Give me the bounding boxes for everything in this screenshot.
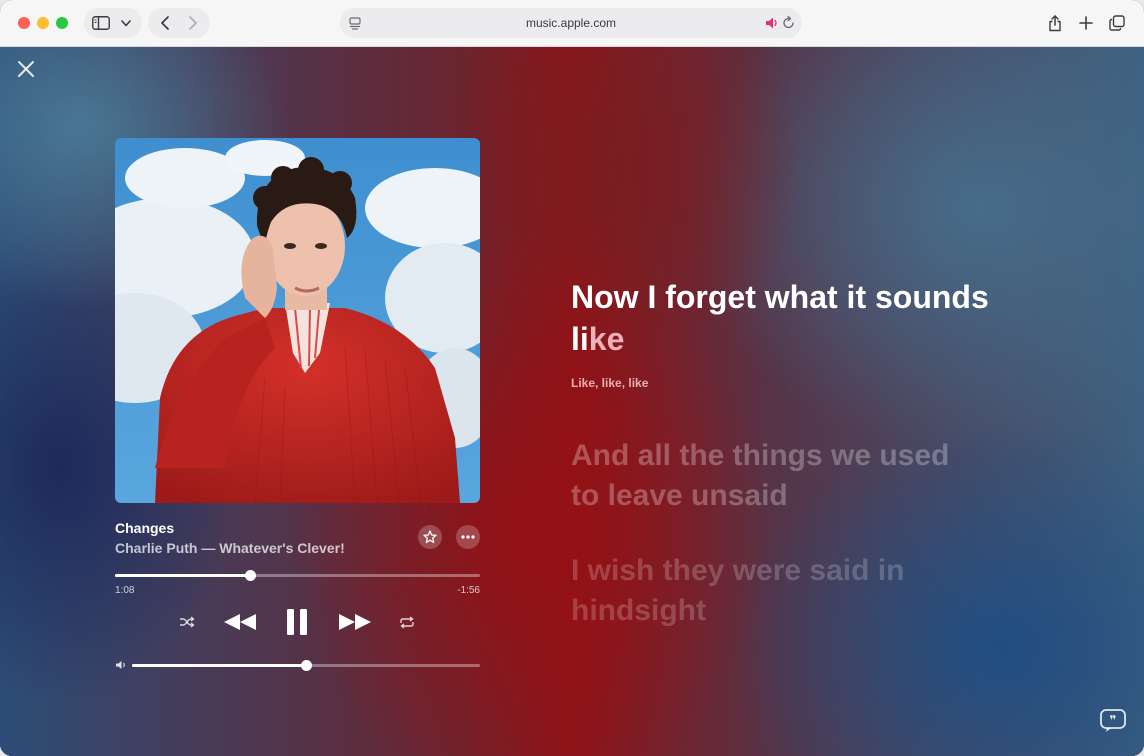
minimize-window-button[interactable] [37, 17, 49, 29]
full-screen-player: Changes Charlie Puth — Whatever's Clever… [0, 47, 1144, 756]
repeat-button[interactable] [398, 614, 416, 630]
current-lyric-line[interactable]: Now I forget what it sounds like [571, 276, 1041, 360]
reload-icon[interactable] [782, 15, 796, 31]
back-button[interactable] [154, 8, 176, 38]
close-player-icon[interactable] [14, 57, 38, 81]
address-bar[interactable]: music.apple.com [340, 8, 802, 38]
lyric-text: to leave unsaid [571, 479, 788, 512]
rewind-icon [224, 614, 256, 630]
background-vocals-lyric: Like, like, like [571, 376, 649, 390]
previous-button[interactable] [222, 612, 258, 632]
volume-slider[interactable] [132, 660, 480, 671]
browser-toolbar: music.apple.com [0, 0, 1144, 47]
chevron-right-icon [189, 16, 197, 30]
lyric-unsung-text: ke [588, 321, 625, 357]
shuffle-button[interactable] [178, 614, 196, 630]
playback-progress-bar[interactable] [115, 570, 480, 581]
more-options-button[interactable] [456, 525, 480, 549]
ellipsis-icon [461, 535, 475, 539]
fast-forward-icon [339, 614, 371, 630]
remaining-time: -1:56 [457, 585, 480, 596]
lyric-sung-text: li [571, 321, 589, 357]
lyric-text: And all the things we used [571, 439, 950, 472]
svg-text:❞: ❞ [1109, 713, 1116, 727]
lyric-text: hindsight [571, 594, 706, 627]
close-window-button[interactable] [18, 17, 30, 29]
tab-overview-icon [1109, 15, 1125, 31]
pause-button[interactable] [286, 608, 308, 636]
volume-knob[interactable] [301, 660, 312, 671]
share-button[interactable] [1040, 8, 1070, 38]
plus-icon [1079, 16, 1093, 30]
url-text: music.apple.com [525, 16, 617, 30]
shuffle-icon [180, 616, 195, 628]
sidebar-toggle-group [84, 8, 142, 38]
sidebar-toggle-button[interactable] [90, 8, 112, 38]
volume-low-icon [116, 661, 125, 669]
share-icon [1049, 15, 1061, 32]
progress-fill [115, 574, 251, 577]
upcoming-lyric-line[interactable]: I wish they were said in hindsight [571, 551, 1001, 631]
zoom-window-button[interactable] [56, 17, 68, 29]
new-tab-button[interactable] [1071, 8, 1101, 38]
lyric-text: I wish they were said in [571, 554, 905, 587]
song-title[interactable]: Changes [115, 520, 174, 536]
browser-window: music.apple.com Changes Charlie Puth — W… [0, 0, 1144, 756]
tab-overview-button[interactable] [1102, 8, 1132, 38]
navigation-group [148, 8, 210, 38]
album-artwork [115, 138, 480, 503]
next-button[interactable] [337, 612, 373, 632]
volume-fill [132, 664, 306, 667]
elapsed-time: 1:08 [115, 585, 135, 596]
sidebar-icon [92, 16, 110, 30]
tab-group-menu-button[interactable] [116, 8, 136, 38]
progress-scrubber[interactable] [245, 570, 257, 581]
lyric-text: Now I forget what it sounds [571, 279, 989, 315]
favorite-button[interactable] [418, 525, 442, 549]
lyrics-toggle-icon[interactable]: ❞ [1100, 709, 1126, 733]
star-icon [423, 530, 437, 544]
forward-button[interactable] [182, 8, 204, 38]
artist-album-link[interactable]: Charlie Puth — Whatever's Clever! [115, 540, 345, 556]
next-lyric-line[interactable]: And all the things we used to leave unsa… [571, 436, 1001, 516]
speaker-audio-playing-icon[interactable] [764, 15, 780, 31]
repeat-icon [400, 615, 414, 629]
chevron-left-icon [161, 16, 169, 30]
pause-icon [287, 609, 307, 635]
chevron-down-icon [121, 19, 131, 26]
